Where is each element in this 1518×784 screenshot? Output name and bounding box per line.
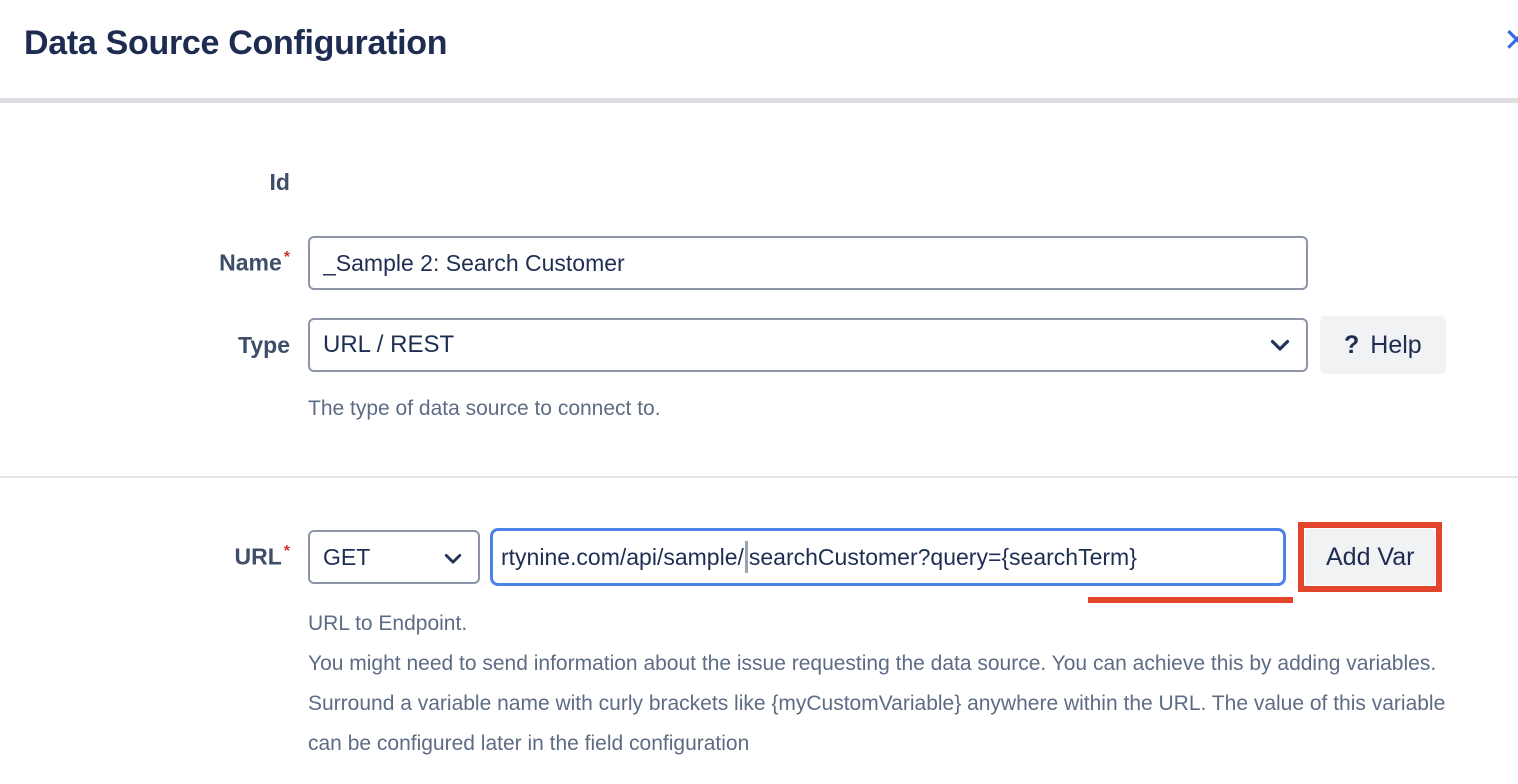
- url-input[interactable]: rtynine.com/api/sample/searchCustomer?qu…: [490, 528, 1286, 586]
- name-field-label: Name*: [0, 249, 308, 277]
- question-mark-icon: ?: [1344, 331, 1359, 360]
- type-select-value: URL / REST: [323, 331, 454, 359]
- annotation-underline: [1088, 597, 1293, 603]
- url-description-line3: Surround a variable name with curly brac…: [308, 684, 1445, 724]
- required-asterisk: *: [284, 543, 290, 560]
- id-field-row: Id: [0, 169, 1518, 196]
- modal-header: Data Source Configuration ✕: [0, 0, 1518, 98]
- url-label-text: URL: [234, 544, 281, 570]
- type-field-row: Type URL / REST ? Help: [0, 316, 1518, 374]
- section-divider: [0, 476, 1518, 478]
- name-label-text: Name: [219, 250, 282, 276]
- type-field-label: Type: [0, 332, 308, 359]
- url-field-label: URL*: [0, 543, 308, 571]
- url-description-row: URL to Endpoint. You might need to send …: [0, 604, 1518, 764]
- url-description-line2: You might need to send information about…: [308, 644, 1445, 684]
- data-source-configuration-modal: Data Source Configuration ✕ Id Name* Typ…: [0, 0, 1518, 784]
- method-select-value: GET: [323, 544, 370, 571]
- url-description: URL to Endpoint. You might need to send …: [308, 604, 1445, 764]
- type-description-row: The type of data source to connect to.: [0, 396, 1518, 422]
- url-value-after-caret: searchCustomer?query={searchTerm}: [749, 544, 1137, 571]
- help-button[interactable]: ? Help: [1320, 316, 1446, 374]
- url-field-row: URL* GET rtynine.com/api/sample/searchCu…: [0, 522, 1518, 592]
- url-value-before-caret: rtynine.com/api/sample/: [501, 544, 744, 571]
- chevron-down-icon: [444, 544, 462, 571]
- header-divider: [0, 98, 1518, 103]
- type-select[interactable]: URL / REST: [308, 318, 1308, 372]
- add-var-annotation-box: Add Var: [1298, 522, 1442, 592]
- type-description: The type of data source to connect to.: [308, 396, 661, 422]
- help-button-label: Help: [1370, 331, 1421, 360]
- close-icon[interactable]: ✕: [1503, 24, 1518, 56]
- chevron-down-icon: [1270, 331, 1290, 359]
- url-description-line4: can be configured later in the field con…: [308, 724, 1445, 764]
- url-description-line1: URL to Endpoint.: [308, 604, 1445, 644]
- method-select[interactable]: GET: [308, 530, 480, 584]
- required-asterisk: *: [284, 249, 290, 266]
- name-input[interactable]: [308, 236, 1308, 290]
- text-caret: [745, 541, 748, 573]
- id-field-label: Id: [0, 169, 308, 196]
- page-title: Data Source Configuration: [24, 24, 1494, 63]
- name-field-row: Name*: [0, 236, 1518, 290]
- add-var-button[interactable]: Add Var: [1305, 529, 1435, 585]
